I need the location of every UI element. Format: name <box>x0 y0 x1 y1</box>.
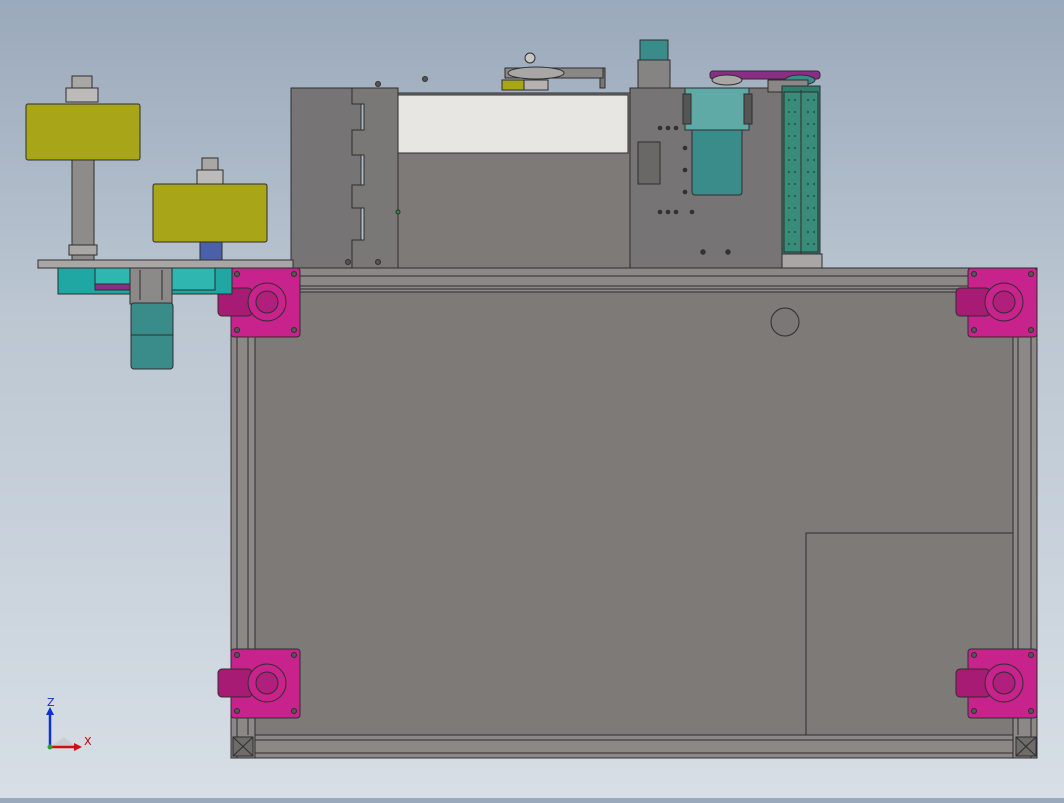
triad-origin <box>47 744 53 750</box>
caster-bottom-left <box>217 648 301 719</box>
cable-hole <box>770 307 800 337</box>
material-roll-lower <box>152 157 268 261</box>
unwind-motor-left <box>130 302 174 370</box>
triad-axes: Z X <box>46 696 92 751</box>
perforated-conveyor <box>781 85 823 269</box>
label-panel <box>397 94 629 154</box>
cad-graphics-viewport[interactable] <box>0 0 1064 798</box>
material-roll-upper <box>25 75 141 261</box>
orientation-triad: Z X <box>38 695 98 755</box>
x-axis-arrow <box>74 743 82 751</box>
cad-model-drawing <box>25 39 1038 759</box>
control-window <box>637 141 661 185</box>
caster-top-right <box>955 267 1038 338</box>
cabinet-frame <box>230 267 1038 759</box>
caster-bottom-right <box>955 648 1038 719</box>
z-axis-label: Z <box>47 696 55 709</box>
x-axis-label: X <box>84 735 92 748</box>
